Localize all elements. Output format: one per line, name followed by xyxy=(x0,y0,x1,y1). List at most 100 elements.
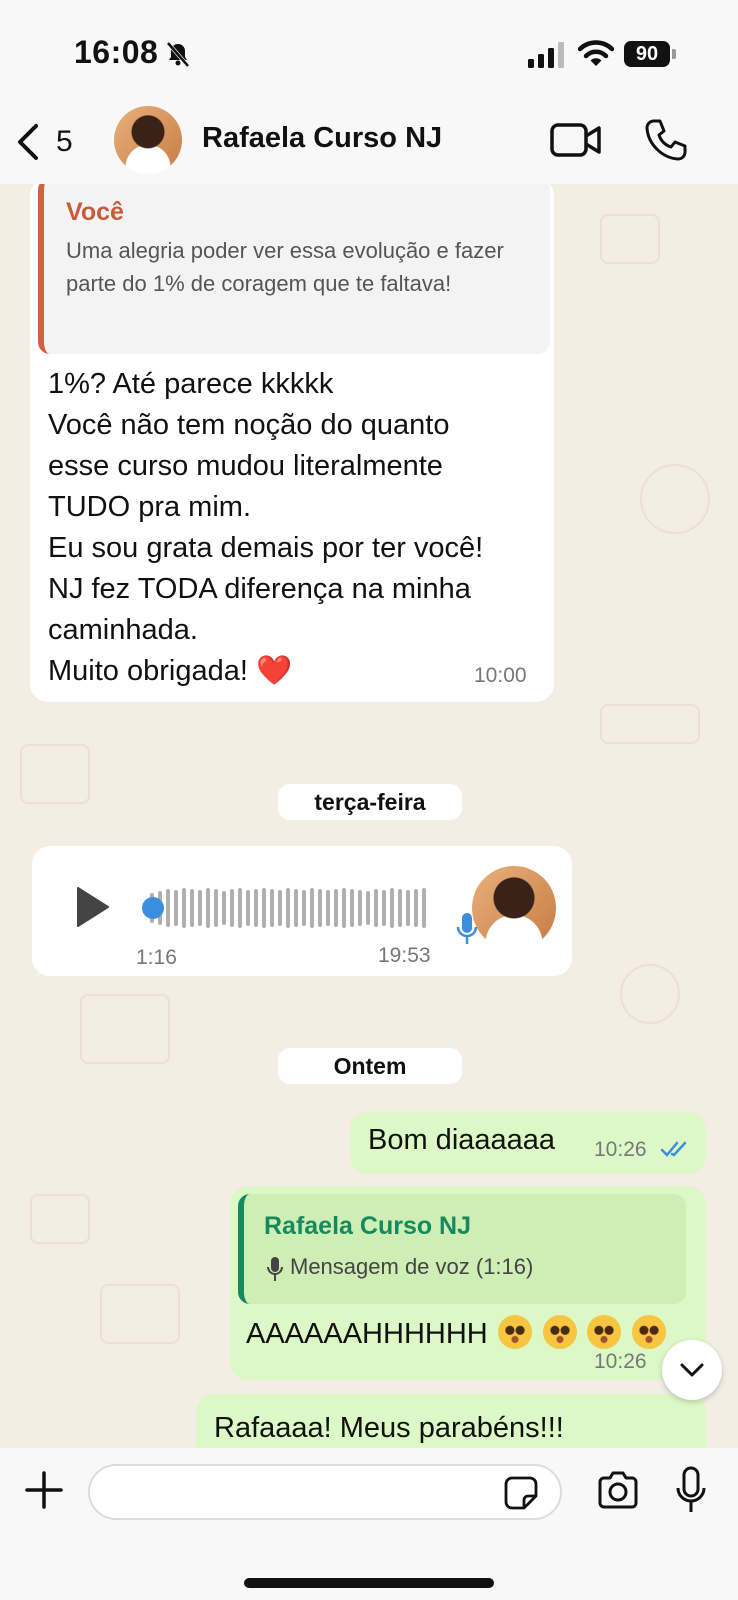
quoted-text: Mensagem de voz (1:16) xyxy=(290,1254,534,1279)
message-line: Muito obrigada! ❤️ xyxy=(48,655,293,687)
waveform-bar xyxy=(374,889,378,927)
waveform-bar xyxy=(190,889,194,927)
status-time: 16:08 xyxy=(74,34,159,70)
pleading-face-emoji xyxy=(498,1315,533,1349)
message-line: caminhada. xyxy=(48,614,198,646)
outgoing-message[interactable]: Bom diaaaaaa 10:26 xyxy=(350,1112,706,1174)
message-text: Bom diaaaaaa xyxy=(368,1124,556,1156)
quoted-message[interactable]: Você Uma alegria poder ver essa evolução… xyxy=(38,184,550,354)
message-time: 10:00 xyxy=(474,664,527,687)
waveform-bar xyxy=(286,888,290,928)
date-separator: terça-feira xyxy=(278,784,462,820)
waveform-bar xyxy=(350,889,354,927)
chat-area[interactable]: Você Uma alegria poder ver essa evolução… xyxy=(0,184,738,1448)
waveform-bar xyxy=(334,889,338,927)
waveform-bar xyxy=(398,889,402,927)
battery-indicator: 90 xyxy=(624,41,670,67)
waveform-bar xyxy=(270,889,274,927)
double-check-icon xyxy=(660,1141,687,1157)
quoted-voice-message[interactable]: Rafaela Curso NJ Mensagem de voz (1:16) xyxy=(238,1194,686,1304)
date-separator: Ontem xyxy=(278,1048,462,1084)
signal-icon xyxy=(528,42,564,68)
play-icon[interactable] xyxy=(72,884,112,930)
wallpaper-doodle xyxy=(600,704,700,744)
message-line: esse curso mudou literalmente xyxy=(48,450,443,482)
sticker-icon[interactable] xyxy=(504,1476,538,1510)
quoted-text: Uma alegria poder ver essa evolução e fa… xyxy=(66,238,504,296)
quoted-author: Rafaela Curso NJ xyxy=(264,1212,472,1240)
date-separator-label: terça-feira xyxy=(314,788,426,815)
wifi-icon xyxy=(578,40,614,66)
unread-count: 5 xyxy=(56,125,73,158)
chat-header: 5 Rafaela Curso NJ xyxy=(0,100,738,184)
battery-level: 90 xyxy=(635,42,659,65)
waveform-bar xyxy=(406,890,410,926)
waveform-bar xyxy=(366,891,370,925)
waveform-bar xyxy=(246,890,250,926)
chevron-down-icon xyxy=(680,1363,704,1377)
waveform-bar xyxy=(254,889,258,927)
message-time: 10:26 xyxy=(594,1138,647,1161)
input-bar xyxy=(0,1448,738,1600)
message-line: NJ fez TODA diferença na minha xyxy=(48,573,471,605)
waveform-bar xyxy=(342,888,346,928)
phone-icon[interactable] xyxy=(644,118,688,162)
pleading-face-emoji xyxy=(631,1315,666,1349)
message-line: Eu sou grata demais por ter você! xyxy=(48,532,484,564)
contact-name[interactable]: Rafaela Curso NJ xyxy=(202,122,442,155)
waveform-bar xyxy=(174,890,178,926)
waveform-bar xyxy=(382,890,386,926)
waveform-bar xyxy=(206,888,210,928)
waveform-bar xyxy=(222,891,226,925)
wallpaper-doodle xyxy=(100,1284,180,1344)
waveform-bar xyxy=(166,889,170,927)
incoming-message[interactable]: Você Uma alegria poder ver essa evolução… xyxy=(30,184,554,702)
waveform-bar xyxy=(318,889,322,927)
wallpaper-doodle xyxy=(80,994,170,1064)
outgoing-message[interactable]: Rafaela Curso NJ Mensagem de voz (1:16) … xyxy=(230,1186,706,1380)
pleading-face-emoji xyxy=(542,1315,577,1349)
battery-cap xyxy=(672,49,676,59)
voice-message[interactable]: 1:16 19:53 xyxy=(32,846,572,976)
video-call-icon[interactable] xyxy=(550,120,602,160)
message-text: 1%? Até parece kkkkk Você não tem noção … xyxy=(48,364,548,692)
quoted-author: Você xyxy=(66,198,124,226)
wallpaper-doodle xyxy=(620,964,680,1024)
waveform-bar xyxy=(262,888,266,928)
back-button[interactable]: 5 xyxy=(12,118,82,166)
message-line: TUDO pra mim. xyxy=(48,491,251,523)
waveform-bar xyxy=(414,889,418,927)
date-separator-label: Ontem xyxy=(333,1052,407,1079)
waveform-bar xyxy=(326,890,330,926)
wallpaper-doodle xyxy=(600,214,660,264)
waveform-bar xyxy=(198,890,202,926)
message-line: 1%? Até parece kkkkk xyxy=(48,368,334,400)
mute-icon xyxy=(166,41,190,68)
plus-icon[interactable] xyxy=(24,1470,64,1510)
voice-time: 19:53 xyxy=(378,944,431,967)
wallpaper-doodle xyxy=(20,744,90,804)
message-line: Você não tem noção do quanto xyxy=(48,409,450,441)
outgoing-message[interactable]: Rafaaaa! Meus parabéns!!! xyxy=(196,1394,706,1448)
message-input[interactable] xyxy=(88,1464,562,1520)
mic-icon[interactable] xyxy=(676,1466,706,1514)
message-text: Rafaaaa! Meus parabéns!!! xyxy=(214,1412,564,1444)
waveform-bar xyxy=(230,889,234,927)
wallpaper-doodle xyxy=(640,464,710,534)
scroll-to-bottom-button[interactable] xyxy=(662,1340,722,1400)
waveform-bar xyxy=(302,890,306,926)
waveform-bar xyxy=(278,890,282,926)
waveform-bar xyxy=(182,888,186,928)
home-indicator xyxy=(244,1578,494,1588)
status-bar: 16:08 90 xyxy=(0,0,738,100)
voice-waveform[interactable] xyxy=(142,886,432,930)
waveform-bar xyxy=(390,888,394,928)
mic-icon xyxy=(267,1257,283,1281)
back-chevron-icon xyxy=(18,124,38,160)
message-time: 10:26 xyxy=(594,1350,647,1373)
contact-avatar[interactable] xyxy=(114,106,182,174)
camera-icon[interactable] xyxy=(596,1470,640,1510)
waveform-bar xyxy=(214,889,218,927)
message-text: AAAAAAHHHHHH xyxy=(246,1318,488,1350)
playback-knob xyxy=(142,897,164,919)
